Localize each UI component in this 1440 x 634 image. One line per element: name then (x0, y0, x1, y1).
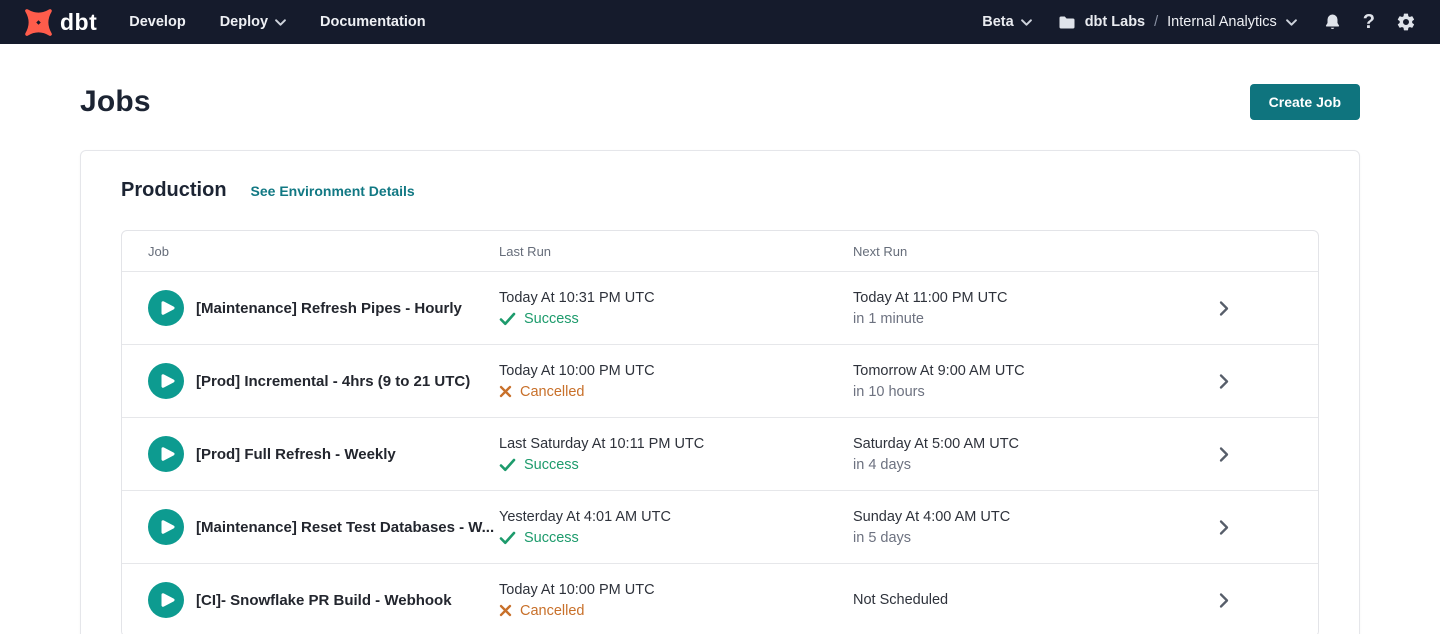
next-run-relative: in 1 minute (853, 311, 1205, 327)
success-check-icon (499, 458, 516, 472)
job-name: [Maintenance] Refresh Pipes - Hourly (196, 300, 462, 317)
nav-deploy-label: Deploy (220, 14, 268, 30)
nav-documentation-label: Documentation (320, 14, 426, 30)
status-label: Success (524, 311, 579, 327)
dbt-logo-text: dbt (60, 11, 97, 34)
job-name: [Prod] Full Refresh - Weekly (196, 446, 396, 463)
next-run-time: Sunday At 4:00 AM UTC (853, 509, 1205, 525)
last-run-time: Today At 10:00 PM UTC (499, 363, 853, 379)
column-header-last-run: Last Run (499, 244, 853, 259)
nav-deploy[interactable]: Deploy (220, 14, 286, 30)
column-header-job: Job (122, 244, 499, 259)
job-row[interactable]: [Maintenance] Reset Test Databases - W..… (122, 490, 1318, 563)
jobs-table: Job Last Run Next Run [Maintenance] Refr… (121, 230, 1319, 634)
beta-label: Beta (982, 14, 1013, 30)
chevron-down-icon (1286, 19, 1297, 26)
last-run-time: Yesterday At 4:01 AM UTC (499, 509, 853, 525)
last-run-time: Today At 10:00 PM UTC (499, 582, 853, 598)
environment-name: Production (121, 179, 227, 202)
folder-icon (1058, 15, 1076, 30)
create-job-button[interactable]: Create Job (1250, 84, 1360, 120)
cancelled-x-icon (499, 385, 512, 398)
status-label: Cancelled (520, 603, 585, 619)
success-check-icon (499, 531, 516, 545)
help-icon[interactable]: ? (1363, 12, 1375, 32)
project-name: Internal Analytics (1167, 14, 1277, 30)
last-run-time: Last Saturday At 10:11 PM UTC (499, 436, 853, 452)
next-run-relative: in 10 hours (853, 384, 1205, 400)
run-job-play-button[interactable] (148, 290, 184, 326)
chevron-down-icon (275, 19, 286, 26)
run-status: Success (499, 311, 853, 327)
dbt-logo-icon (24, 8, 53, 37)
run-job-play-button[interactable] (148, 436, 184, 472)
page-title: Jobs (80, 85, 151, 119)
job-name: [CI]- Snowflake PR Build - Webhook (196, 592, 452, 609)
next-run-relative: in 5 days (853, 530, 1205, 546)
job-row[interactable]: [CI]- Snowflake PR Build - Webhook Today… (122, 563, 1318, 634)
navbar-icons: ? (1323, 12, 1416, 32)
run-status: Success (499, 530, 853, 546)
see-environment-details-link[interactable]: See Environment Details (251, 183, 415, 199)
job-row[interactable]: [Maintenance] Refresh Pipes - Hourly Tod… (122, 271, 1318, 344)
last-run-time: Today At 10:31 PM UTC (499, 290, 853, 306)
next-run-time: Tomorrow At 9:00 AM UTC (853, 363, 1205, 379)
next-run-time: Today At 11:00 PM UTC (853, 290, 1205, 306)
nav-documentation[interactable]: Documentation (320, 14, 426, 30)
beta-selector[interactable]: Beta (982, 14, 1031, 30)
job-name: [Prod] Incremental - 4hrs (9 to 21 UTC) (196, 373, 470, 390)
chevron-right-icon[interactable] (1219, 300, 1229, 317)
run-status: Cancelled (499, 384, 853, 400)
nav-develop-label: Develop (129, 14, 185, 30)
dbt-logo[interactable]: dbt (24, 8, 97, 37)
status-label: Success (524, 457, 579, 473)
environment-card: Production See Environment Details Job L… (80, 150, 1360, 634)
column-header-next-run: Next Run (853, 244, 1205, 259)
chevron-down-icon (1021, 19, 1032, 26)
run-status: Cancelled (499, 603, 853, 619)
navbar-right: Beta dbt Labs / Internal Analytics (982, 12, 1416, 32)
run-status: Success (499, 457, 853, 473)
cancelled-x-icon (499, 604, 512, 617)
run-job-play-button[interactable] (148, 363, 184, 399)
next-run-time: Saturday At 5:00 AM UTC (853, 436, 1205, 452)
nav-links: Develop Deploy Documentation (129, 14, 425, 30)
chevron-right-icon[interactable] (1219, 373, 1229, 390)
account-name: dbt Labs (1085, 14, 1145, 30)
run-job-play-button[interactable] (148, 582, 184, 618)
next-run-time: Not Scheduled (853, 592, 1205, 608)
run-job-play-button[interactable] (148, 509, 184, 545)
job-row[interactable]: [Prod] Incremental - 4hrs (9 to 21 UTC) … (122, 344, 1318, 417)
job-name: [Maintenance] Reset Test Databases - W..… (196, 519, 494, 536)
chevron-right-icon[interactable] (1219, 519, 1229, 536)
job-row[interactable]: [Prod] Full Refresh - Weekly Last Saturd… (122, 417, 1318, 490)
breadcrumb-separator: / (1154, 14, 1158, 30)
account-project-selector[interactable]: dbt Labs / Internal Analytics (1058, 14, 1297, 30)
top-navbar: dbt Develop Deploy Documentation Beta (0, 0, 1440, 44)
chevron-right-icon[interactable] (1219, 592, 1229, 609)
notifications-bell-icon[interactable] (1323, 12, 1342, 32)
jobs-page: Jobs Create Job Production See Environme… (0, 84, 1440, 634)
gear-icon[interactable] (1396, 12, 1416, 32)
success-check-icon (499, 312, 516, 326)
nav-develop[interactable]: Develop (129, 14, 185, 30)
next-run-relative: in 4 days (853, 457, 1205, 473)
status-label: Cancelled (520, 384, 585, 400)
table-header: Job Last Run Next Run (122, 231, 1318, 271)
status-label: Success (524, 530, 579, 546)
chevron-right-icon[interactable] (1219, 446, 1229, 463)
